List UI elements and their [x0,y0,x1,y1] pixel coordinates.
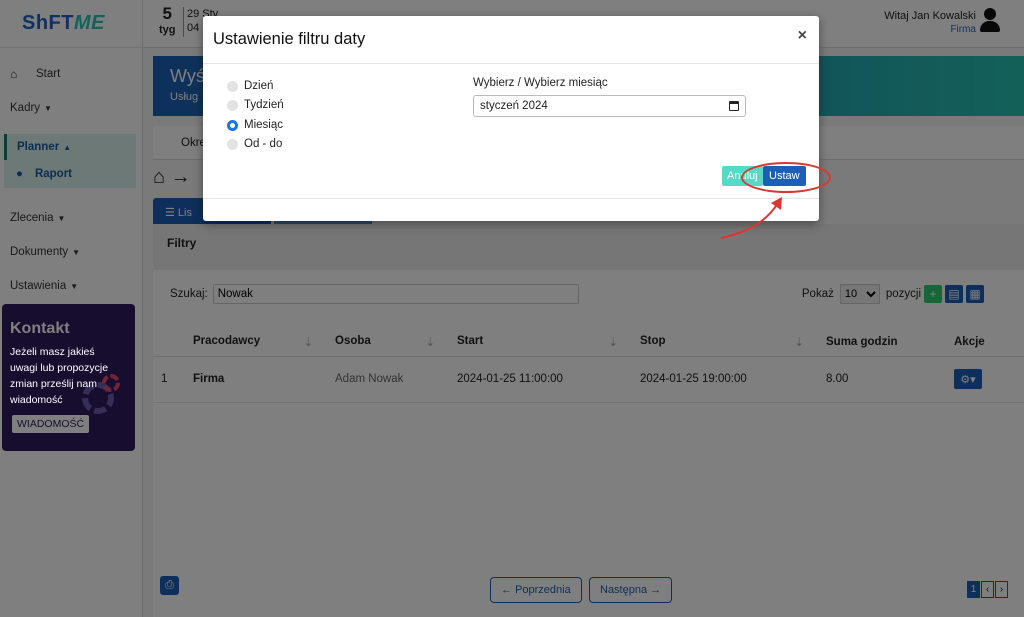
contact-text: Jeżeli masz jakieś uwagi lub propozycje … [10,346,109,406]
annotation-arrow-icon [720,197,782,239]
